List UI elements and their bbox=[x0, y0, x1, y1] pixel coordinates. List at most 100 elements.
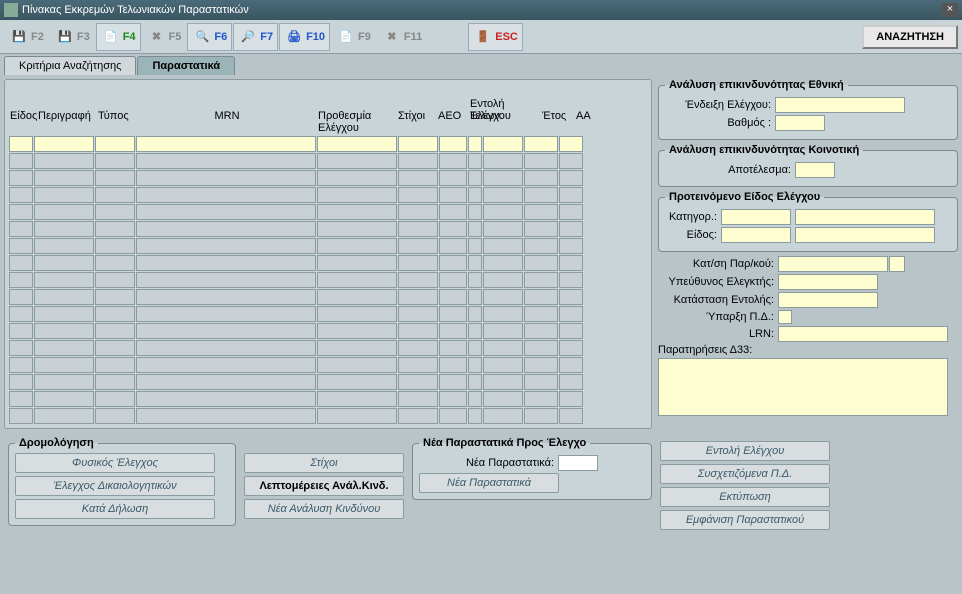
table-cell[interactable] bbox=[483, 153, 523, 169]
table-cell[interactable] bbox=[317, 289, 397, 305]
category-desc-input[interactable] bbox=[795, 209, 935, 225]
table-cell[interactable] bbox=[136, 374, 316, 390]
katsi-lookup[interactable] bbox=[889, 256, 905, 272]
table-cell[interactable] bbox=[559, 153, 583, 169]
table-cell[interactable] bbox=[468, 272, 482, 288]
table-cell[interactable] bbox=[9, 289, 33, 305]
table-cell[interactable] bbox=[439, 323, 467, 339]
table-cell[interactable] bbox=[9, 306, 33, 322]
kind-desc-input[interactable] bbox=[795, 227, 935, 243]
table-cell[interactable] bbox=[559, 255, 583, 271]
f5-button[interactable]: ✖F5 bbox=[142, 23, 187, 51]
table-cell[interactable] bbox=[136, 323, 316, 339]
table-cell[interactable] bbox=[524, 408, 558, 424]
grade-input[interactable] bbox=[775, 115, 825, 131]
f6-button[interactable]: 🔍F6 bbox=[187, 23, 232, 51]
table-cell[interactable] bbox=[468, 187, 482, 203]
result-input[interactable] bbox=[795, 162, 835, 178]
table-cell[interactable] bbox=[136, 340, 316, 356]
table-cell[interactable] bbox=[136, 306, 316, 322]
table-cell[interactable] bbox=[439, 204, 467, 220]
table-cell[interactable] bbox=[524, 391, 558, 407]
f3-button[interactable]: 💾F3 bbox=[50, 23, 95, 51]
table-cell[interactable] bbox=[95, 306, 135, 322]
table-cell[interactable] bbox=[524, 374, 558, 390]
paratir-textarea[interactable] bbox=[658, 358, 948, 416]
table-cell[interactable] bbox=[9, 340, 33, 356]
table-cell[interactable] bbox=[439, 153, 467, 169]
table-cell[interactable] bbox=[559, 221, 583, 237]
tab-documents[interactable]: Παραστατικά bbox=[137, 56, 235, 75]
table-cell[interactable] bbox=[95, 272, 135, 288]
table-cell[interactable] bbox=[95, 221, 135, 237]
check-order-button[interactable]: Εντολή Ελέγχου bbox=[660, 441, 830, 461]
table-cell[interactable] bbox=[136, 221, 316, 237]
table-cell[interactable] bbox=[559, 340, 583, 356]
table-cell[interactable] bbox=[317, 374, 397, 390]
table-cell[interactable] bbox=[317, 357, 397, 373]
table-cell[interactable] bbox=[439, 357, 467, 373]
table-cell[interactable] bbox=[95, 170, 135, 186]
table-cell[interactable] bbox=[136, 255, 316, 271]
table-cell[interactable] bbox=[34, 323, 94, 339]
katsi-input[interactable] bbox=[778, 256, 888, 272]
table-cell[interactable] bbox=[468, 289, 482, 305]
esc-button[interactable]: 🚪ESC bbox=[468, 23, 523, 51]
table-cell[interactable] bbox=[483, 204, 523, 220]
table-row[interactable] bbox=[7, 289, 649, 305]
table-cell[interactable] bbox=[398, 136, 438, 152]
table-cell[interactable] bbox=[439, 238, 467, 254]
table-cell[interactable] bbox=[559, 323, 583, 339]
table-cell[interactable] bbox=[317, 238, 397, 254]
table-row[interactable] bbox=[7, 391, 649, 407]
table-cell[interactable] bbox=[524, 255, 558, 271]
table-cell[interactable] bbox=[95, 153, 135, 169]
table-cell[interactable] bbox=[34, 221, 94, 237]
table-cell[interactable] bbox=[439, 289, 467, 305]
table-cell[interactable] bbox=[439, 187, 467, 203]
table-cell[interactable] bbox=[483, 340, 523, 356]
table-cell[interactable] bbox=[559, 408, 583, 424]
table-cell[interactable] bbox=[9, 170, 33, 186]
table-cell[interactable] bbox=[95, 340, 135, 356]
table-cell[interactable] bbox=[559, 170, 583, 186]
table-cell[interactable] bbox=[9, 272, 33, 288]
table-cell[interactable] bbox=[439, 136, 467, 152]
table-cell[interactable] bbox=[439, 170, 467, 186]
table-cell[interactable] bbox=[95, 374, 135, 390]
lrn-input[interactable] bbox=[778, 326, 948, 342]
table-cell[interactable] bbox=[317, 204, 397, 220]
table-cell[interactable] bbox=[439, 408, 467, 424]
table-cell[interactable] bbox=[524, 289, 558, 305]
table-cell[interactable] bbox=[483, 255, 523, 271]
table-cell[interactable] bbox=[34, 153, 94, 169]
f11-button[interactable]: ✖F11 bbox=[377, 23, 427, 51]
table-cell[interactable] bbox=[317, 323, 397, 339]
table-cell[interactable] bbox=[34, 204, 94, 220]
new-docs-input[interactable] bbox=[558, 455, 598, 471]
table-cell[interactable] bbox=[136, 204, 316, 220]
tab-criteria[interactable]: Κριτήρια Αναζήτησης bbox=[4, 56, 136, 75]
table-cell[interactable] bbox=[559, 306, 583, 322]
table-cell[interactable] bbox=[317, 255, 397, 271]
table-row[interactable] bbox=[7, 221, 649, 237]
table-cell[interactable] bbox=[9, 255, 33, 271]
table-cell[interactable] bbox=[524, 221, 558, 237]
table-cell[interactable] bbox=[136, 238, 316, 254]
table-cell[interactable] bbox=[317, 340, 397, 356]
table-cell[interactable] bbox=[468, 221, 482, 237]
table-cell[interactable] bbox=[524, 238, 558, 254]
table-cell[interactable] bbox=[559, 357, 583, 373]
table-row[interactable] bbox=[7, 340, 649, 356]
table-cell[interactable] bbox=[34, 255, 94, 271]
close-icon[interactable]: × bbox=[942, 3, 958, 17]
table-cell[interactable] bbox=[524, 340, 558, 356]
table-cell[interactable] bbox=[468, 340, 482, 356]
table-cell[interactable] bbox=[136, 272, 316, 288]
table-cell[interactable] bbox=[398, 323, 438, 339]
table-cell[interactable] bbox=[317, 391, 397, 407]
table-cell[interactable] bbox=[439, 374, 467, 390]
table-cell[interactable] bbox=[439, 221, 467, 237]
table-cell[interactable] bbox=[398, 187, 438, 203]
table-cell[interactable] bbox=[34, 340, 94, 356]
